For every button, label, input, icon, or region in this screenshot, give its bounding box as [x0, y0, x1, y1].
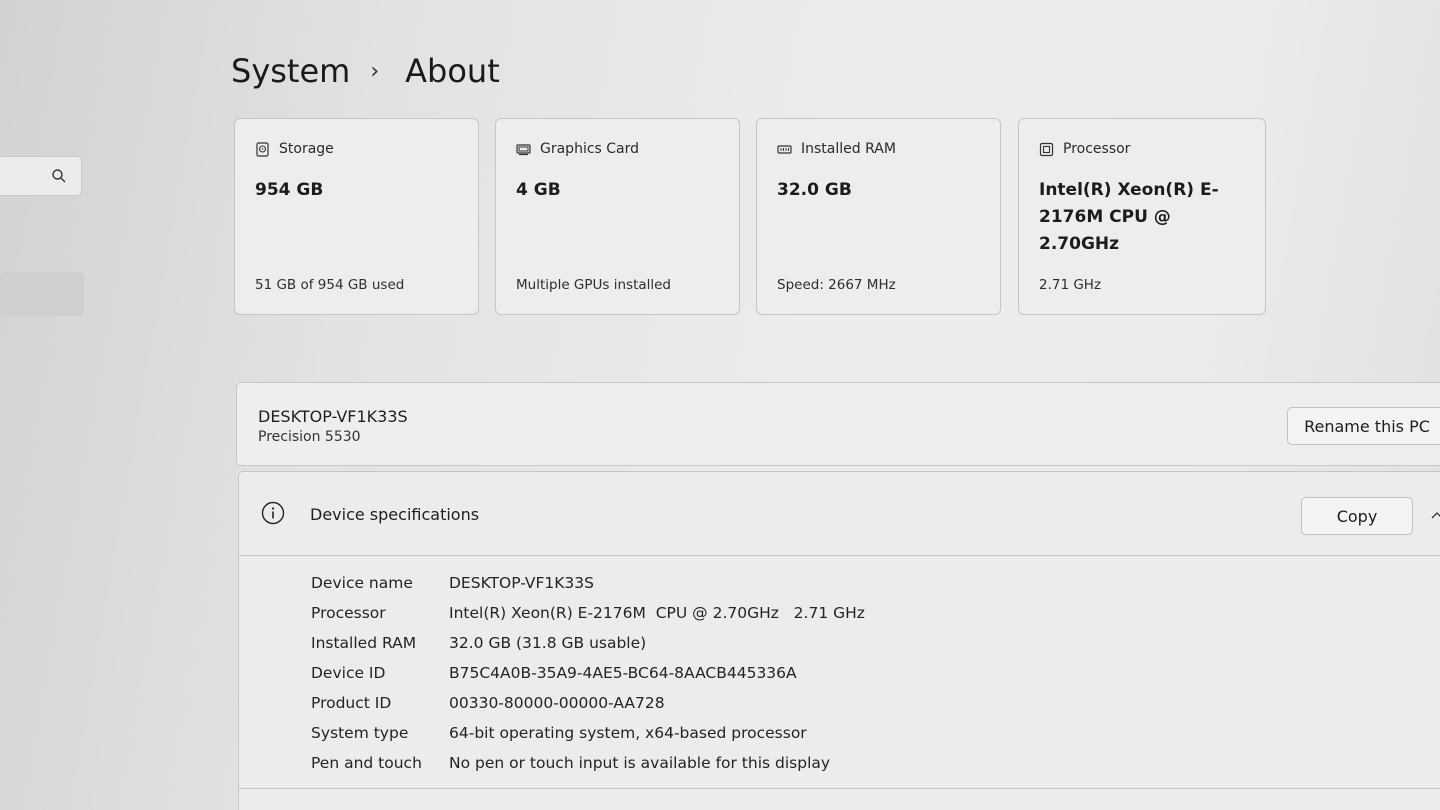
storage-card[interactable]: Storage 954 GB 51 GB of 954 GB used — [234, 118, 479, 315]
spec-value: No pen or touch input is available for t… — [449, 754, 831, 772]
device-specifications-panel: Device specifications Copy Device name D… — [238, 471, 1440, 810]
spec-row-device-name: Device name DESKTOP-VF1K33S — [311, 568, 865, 598]
processor-card-title: Processor — [1063, 141, 1131, 157]
rename-pc-button[interactable]: Rename this PC — [1287, 407, 1440, 445]
page-title: About — [405, 52, 500, 90]
spec-row-system-type: System type 64-bit operating system, x64… — [311, 718, 865, 748]
spec-label: Processor — [311, 604, 386, 622]
pc-name: DESKTOP-VF1K33S — [258, 407, 408, 426]
breadcrumb-separator: › — [370, 58, 380, 84]
graphics-card-icon — [516, 143, 531, 155]
search-icon — [52, 169, 66, 183]
spec-value: Intel(R) Xeon(R) E-2176M CPU @ 2.70GHz 2… — [449, 604, 865, 622]
spec-label: System type — [311, 724, 409, 742]
device-specifications-header[interactable]: Device specifications Copy — [239, 472, 1440, 556]
copy-button[interactable]: Copy — [1301, 497, 1413, 535]
processor-card-detail: 2.71 GHz — [1039, 277, 1102, 293]
spec-label: Device name — [311, 574, 413, 592]
pc-name-row: DESKTOP-VF1K33S Precision 5530 Rename th… — [236, 382, 1440, 466]
spec-value: DESKTOP-VF1K33S — [449, 574, 594, 592]
graphics-card-detail: Multiple GPUs installed — [516, 277, 672, 293]
spec-label: Pen and touch — [311, 754, 422, 772]
spec-value: 00330-80000-00000-AA728 — [449, 694, 665, 712]
spec-row-pen-and-touch: Pen and touch No pen or touch input is a… — [311, 748, 865, 778]
spec-row-device-id: Device ID B75C4A0B-35A9-4AE5-BC64-8AACB4… — [311, 658, 865, 688]
device-specifications-title: Device specifications — [310, 505, 480, 524]
storage-card-title: Storage — [279, 141, 334, 157]
ram-card-title: Installed RAM — [801, 141, 896, 157]
breadcrumb-parent[interactable]: System — [231, 52, 350, 90]
ram-card-header: Installed RAM — [777, 141, 896, 157]
spec-label: Installed RAM — [311, 634, 417, 652]
chevron-up-icon[interactable] — [1431, 510, 1440, 520]
processor-card-header: Processor — [1039, 141, 1130, 157]
storage-card-detail: 51 GB of 954 GB used — [255, 277, 405, 293]
spec-row-installed-ram: Installed RAM 32.0 GB (31.8 GB usable) — [311, 628, 865, 658]
nav-selected-item[interactable] — [0, 272, 84, 316]
spec-list: Device name DESKTOP-VF1K33S Processor In… — [311, 568, 865, 778]
spec-value: B75C4A0B-35A9-4AE5-BC64-8AACB445336A — [449, 664, 797, 682]
spec-label: Device ID — [311, 664, 386, 682]
ram-card-detail: Speed: 2667 MHz — [777, 277, 896, 293]
search-input[interactable] — [0, 156, 82, 196]
info-icon — [261, 501, 285, 525]
graphics-card-value: 4 GB — [516, 180, 561, 200]
spec-value: 32.0 GB (31.8 GB usable) — [449, 634, 647, 652]
storage-card-header: Storage — [255, 141, 334, 157]
ram-card-value: 32.0 GB — [777, 180, 852, 200]
divider — [239, 788, 1440, 789]
ram-card[interactable]: Installed RAM 32.0 GB Speed: 2667 MHz — [756, 118, 1001, 315]
storage-icon — [256, 141, 269, 157]
storage-card-value: 954 GB — [255, 180, 324, 200]
spec-value: 64-bit operating system, x64-based proce… — [449, 724, 807, 742]
graphics-card-header: Graphics Card — [516, 141, 639, 157]
graphics-card-title: Graphics Card — [540, 141, 640, 157]
breadcrumb: System › About — [231, 52, 500, 90]
spec-row-processor: Processor Intel(R) Xeon(R) E-2176M CPU @… — [311, 598, 865, 628]
processor-card[interactable]: Processor Intel(R) Xeon(R) E-2176M CPU @… — [1018, 118, 1266, 315]
graphics-card-card[interactable]: Graphics Card 4 GB Multiple GPUs install… — [495, 118, 740, 315]
spec-label: Product ID — [311, 694, 392, 712]
processor-card-value: Intel(R) Xeon(R) E-2176M CPU @ 2.70GHz — [1039, 180, 1219, 254]
pc-model: Precision 5530 — [258, 429, 361, 445]
processor-icon — [1039, 142, 1054, 156]
ram-icon — [777, 144, 792, 154]
spec-row-product-id: Product ID 00330-80000-00000-AA728 — [311, 688, 865, 718]
